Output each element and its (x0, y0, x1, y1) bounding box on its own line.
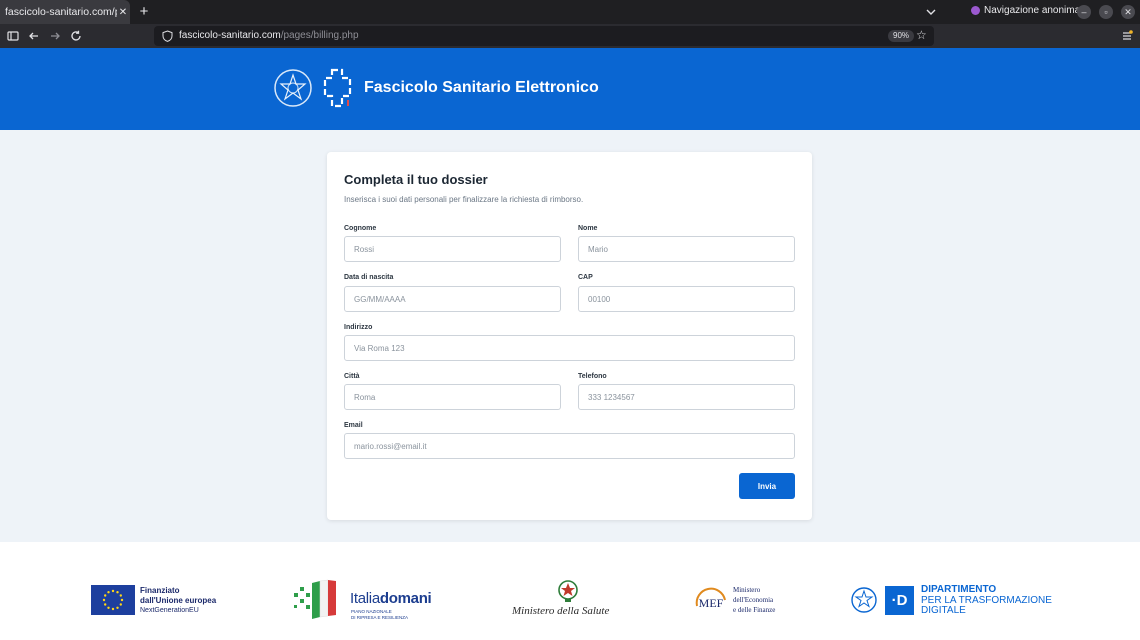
italian-republic-emblem-icon (274, 69, 312, 107)
url-host: fascicolo-sanitario.com (179, 30, 281, 41)
telefono-input[interactable] (578, 384, 795, 410)
form-title: Completa il tuo dossier (344, 172, 488, 187)
menu-icon[interactable] (1121, 29, 1133, 43)
telefono-label: Telefono (578, 373, 607, 380)
private-browsing-label: Navigazione anonima (984, 5, 1081, 16)
minimize-icon[interactable]: – (1077, 5, 1091, 19)
submit-button[interactable]: Invia (739, 473, 795, 499)
url-path: /pages/billing.php (280, 30, 359, 41)
incognito-icon (971, 6, 980, 15)
data-nascita-input[interactable] (344, 286, 561, 312)
italiadomani-sub-line2: DI RIPRESA E RESILIENZA (351, 615, 409, 620)
ministero-salute-logo-text: Ministero della Salute (512, 605, 610, 617)
browser-tab[interactable]: fascicolo-sanitario.com/page ✕ (0, 0, 130, 24)
mef-mark-text: MEF (699, 596, 724, 610)
dtd-logo-box: ·D (885, 586, 914, 615)
citta-label: Città (344, 373, 360, 380)
ministero-salute-emblem-icon (558, 580, 578, 602)
cap-label: CAP (578, 274, 593, 281)
eu-funding-line1: Finanziato (140, 586, 180, 595)
address-bar[interactable]: fascicolo-sanitario.com/pages/billing.ph… (154, 26, 934, 46)
mef-line2: dell'Economia (733, 596, 774, 604)
italiadomani-flag-icon (294, 579, 336, 619)
dtd-republic-emblem-icon (851, 587, 877, 613)
shield-icon[interactable] (162, 30, 173, 42)
bookmark-star-icon[interactable]: ☆ (916, 28, 927, 42)
email-label: Email (344, 422, 363, 429)
data-nascita-label: Data di nascita (344, 274, 394, 281)
dossier-form-card: Completa il tuo dossier Inserisca i suoi… (327, 152, 812, 520)
sidebar-toggle-icon[interactable] (6, 29, 20, 43)
dtd-line1: DIPARTIMENTO (921, 584, 997, 595)
mef-logo-icon: MEF (695, 587, 726, 610)
mef-line3: e delle Finanze (733, 606, 776, 614)
cognome-input[interactable] (344, 236, 561, 262)
tab-close-icon[interactable]: ✕ (117, 7, 129, 18)
fse-cross-logo-icon (323, 68, 352, 108)
indirizzo-input[interactable] (344, 335, 795, 361)
site-title: Fascicolo Sanitario Elettronico (364, 79, 599, 96)
reload-icon[interactable] (69, 29, 83, 43)
dtd-line3: DIGITALE (921, 605, 966, 616)
browser-tab-bar: fascicolo-sanitario.com/page ✕ + Navigaz… (0, 0, 1140, 24)
eu-funding-line3: NextGenerationEU (140, 607, 199, 614)
forward-arrow-icon[interactable] (48, 29, 62, 43)
restore-icon[interactable]: ▫ (1099, 5, 1113, 19)
eu-flag-icon (91, 585, 135, 615)
indirizzo-label: Indirizzo (344, 324, 373, 331)
close-window-icon[interactable]: ✕ (1121, 5, 1135, 19)
form-subtitle: Inserisca i suoi dati personali per fina… (344, 195, 584, 204)
url-text[interactable]: fascicolo-sanitario.com/pages/billing.ph… (179, 30, 359, 41)
new-tab-button[interactable]: + (137, 3, 151, 21)
italiadomani-logo-text: Italiadomani (350, 590, 432, 607)
cap-input[interactable] (578, 286, 795, 312)
tab-title: fascicolo-sanitario.com/page (5, 6, 117, 18)
nome-input[interactable] (578, 236, 795, 262)
zoom-level[interactable]: 90% (888, 30, 915, 42)
email-input[interactable] (344, 433, 795, 459)
nome-label: Nome (578, 225, 598, 232)
citta-input[interactable] (344, 384, 561, 410)
italiadomani-sub-line1: PIANO NAZIONALE (351, 609, 392, 614)
cognome-label: Cognome (344, 225, 377, 232)
private-browsing-indicator: Navigazione anonima (971, 5, 1080, 16)
chevron-down-icon[interactable] (924, 6, 938, 18)
eu-funding-line2: dall'Unione europea (140, 596, 217, 605)
mef-line1: Ministero (733, 586, 761, 594)
back-arrow-icon[interactable] (27, 29, 41, 43)
